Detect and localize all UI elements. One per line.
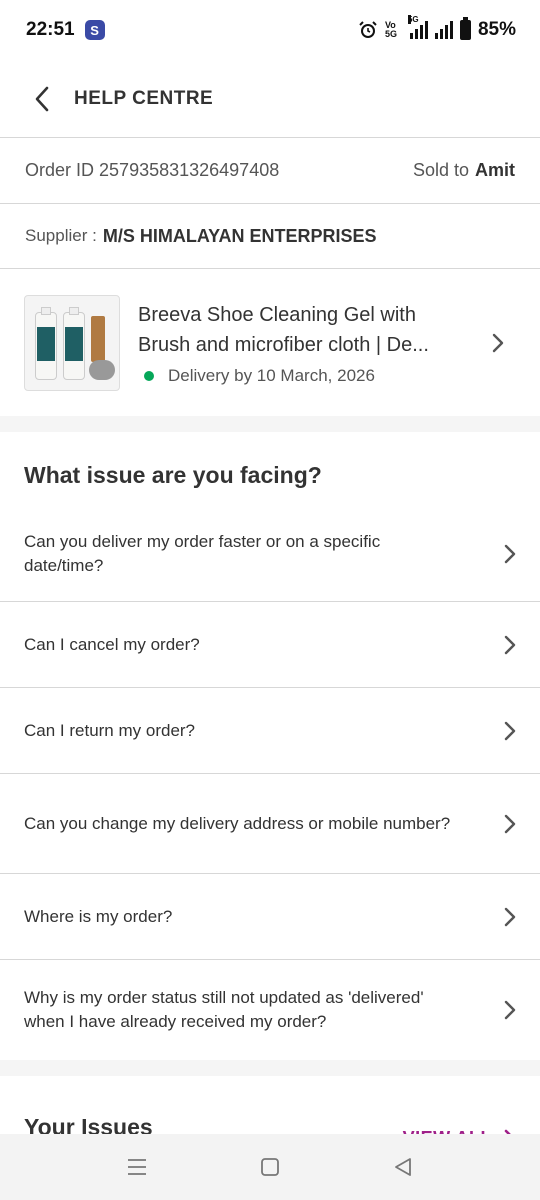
issue-label: Why is my order status still not updated…: [24, 988, 424, 1031]
status-dot-icon: [144, 370, 154, 381]
issue-label: Can I cancel my order?: [24, 634, 200, 654]
back-triangle-icon: [395, 1158, 412, 1176]
order-row: Order ID 257935831326497408 Sold to Amit: [0, 138, 540, 204]
chevron-right-icon: [504, 814, 516, 833]
app-notification-icon: S: [84, 20, 105, 40]
product-card[interactable]: Breeva Shoe Cleaning Gel with Brush and …: [0, 269, 540, 416]
back-button[interactable]: [30, 84, 54, 114]
volte-bottom: 5G: [384, 29, 397, 39]
page-title: HELP CENTRE: [74, 87, 214, 109]
bottle-image: [63, 306, 85, 380]
chevron-left-icon: [35, 86, 49, 111]
brush-image: [91, 315, 105, 362]
delivery-date: Delivery by 10 March, 2026: [168, 365, 375, 385]
home-button[interactable]: [250, 1147, 290, 1187]
sold-to-label: Sold to: [412, 160, 469, 180]
menu-icon: [127, 1159, 146, 1175]
network-type: 5G: [407, 15, 419, 24]
section-divider: [0, 1060, 540, 1076]
supplier-name: M/S HIMALAYAN ENTERPRISES: [102, 225, 377, 246]
sold-to-name: Amit: [475, 160, 515, 180]
order-id-value: 257935831326497408: [99, 160, 280, 180]
supplier-row: Supplier : M/S HIMALAYAN ENTERPRISES: [0, 204, 540, 269]
product-title: Breeva Shoe Cleaning Gel with Brush and …: [138, 303, 429, 356]
signal-icon: [434, 21, 453, 39]
issue-label: Where is my order?: [24, 906, 173, 926]
battery-percent: 85%: [477, 19, 516, 40]
chevron-right-icon: [504, 907, 516, 926]
battery-icon: [459, 17, 471, 40]
issue-label: Can I return my order?: [24, 720, 196, 740]
home-square-icon: [261, 1158, 279, 1176]
issue-item[interactable]: Why is my order status still not updated…: [0, 960, 540, 1060]
supplier-label: Supplier :: [25, 226, 97, 245]
issue-item[interactable]: Can you deliver my order faster or on a …: [0, 506, 540, 602]
issues-heading: What issue are you facing?: [24, 462, 322, 488]
issue-item[interactable]: Where is my order?: [0, 874, 540, 960]
chevron-right-icon: [504, 635, 516, 654]
product-image: [24, 294, 120, 391]
product-info: Breeva Shoe Cleaning Gel with Brush and …: [138, 300, 516, 386]
chevron-right-icon: [504, 1000, 516, 1020]
recents-button[interactable]: [117, 1147, 157, 1187]
issue-item[interactable]: Can I return my order?: [0, 688, 540, 774]
system-nav-bar: [0, 1134, 540, 1200]
section-divider: [0, 416, 540, 432]
bottle-image: [35, 306, 57, 380]
chevron-right-icon: [504, 544, 516, 563]
signal-5g-icon: 5G: [407, 15, 428, 39]
issue-label: Can you change my delivery address or mo…: [24, 813, 451, 833]
status-right: Vo 5G 5G 85%: [358, 15, 516, 41]
issue-label: Can you deliver my order faster or on a …: [24, 531, 381, 575]
chevron-right-icon: [504, 721, 516, 740]
chevron-right-icon: [492, 333, 504, 352]
order-id: Order ID 257935831326497408: [25, 160, 279, 181]
sold-to: Sold to Amit: [413, 160, 515, 181]
app-header: HELP CENTRE: [0, 60, 540, 138]
delivery-status: Delivery by 10 March, 2026: [138, 366, 516, 386]
order-id-label: Order ID: [25, 160, 95, 180]
volte-icon: Vo 5G: [385, 21, 403, 39]
status-time: 22:51: [26, 19, 75, 40]
alarm-icon: [359, 21, 377, 38]
status-left: 22:51 S: [26, 19, 105, 41]
issue-item[interactable]: Can I cancel my order?: [0, 602, 540, 688]
issue-item[interactable]: Can you change my delivery address or mo…: [0, 774, 540, 874]
back-nav-button[interactable]: [383, 1147, 423, 1187]
cloth-image: [89, 359, 115, 380]
status-bar: 22:51 S Vo 5G 5G 85%: [0, 0, 540, 60]
